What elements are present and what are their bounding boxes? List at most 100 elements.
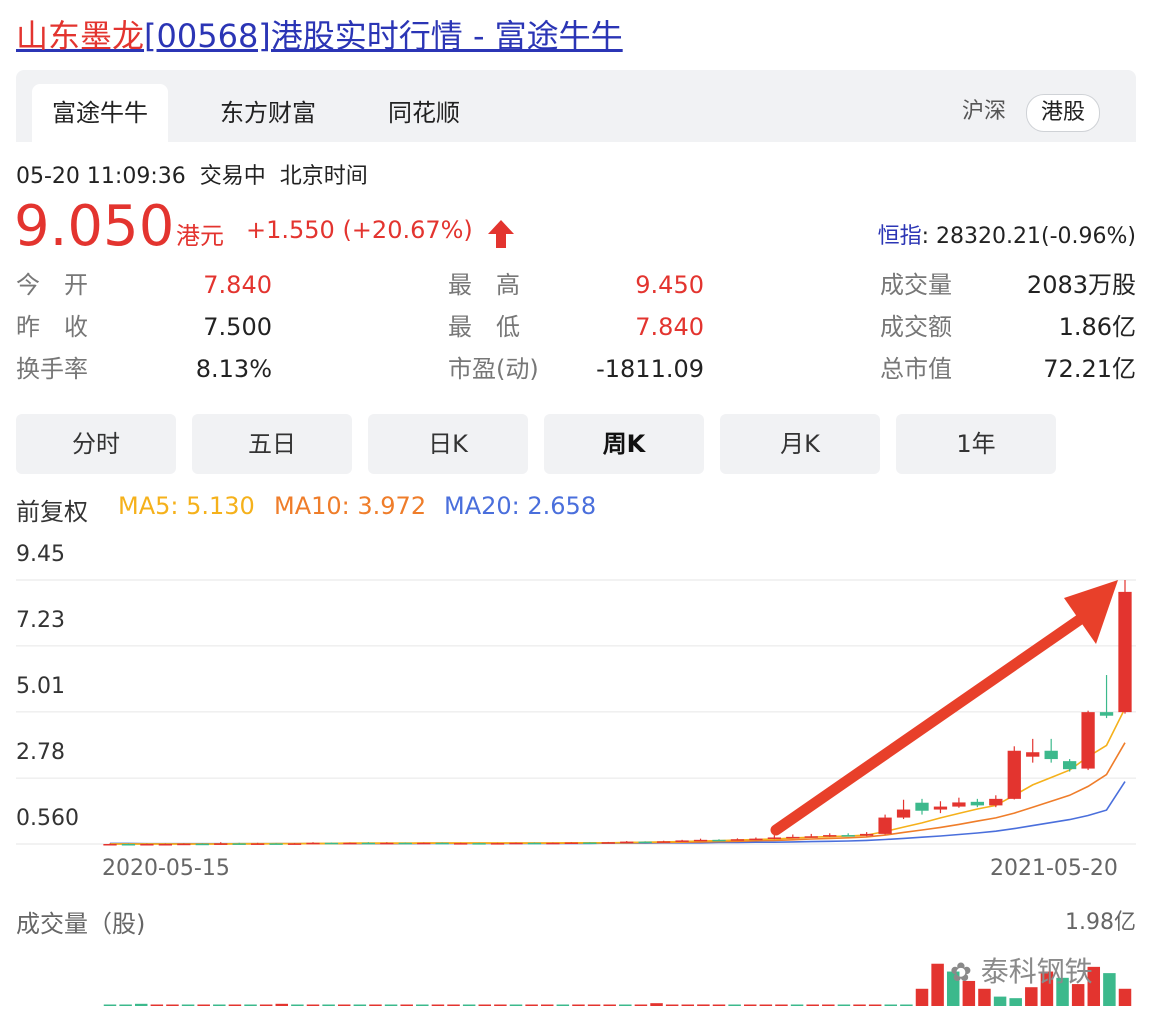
ma10-value: MA10: 3.972 (274, 492, 427, 520)
volume-bar (759, 1004, 773, 1006)
x-tick-label-start: 2020-05-15 (102, 856, 230, 881)
candle-body (749, 838, 763, 841)
period-monthly-k-button[interactable]: 月K (720, 414, 880, 474)
market-hk[interactable]: 港股 (1026, 94, 1101, 132)
last-price: 9.050 (14, 194, 175, 259)
candle-body (564, 842, 579, 845)
volume-bar (790, 1004, 804, 1006)
volume-bar (291, 1004, 304, 1006)
adjust-mode[interactable]: 前复权 (16, 492, 88, 527)
volume-bar (743, 1004, 757, 1006)
stat-value-prev-close: 7.500 (203, 313, 272, 341)
volume-bar (993, 996, 1007, 1006)
candle-body (435, 842, 449, 845)
candle-body (767, 837, 782, 839)
candle-body (1007, 750, 1021, 799)
candle-body (693, 839, 708, 842)
volume-bar (337, 1004, 351, 1006)
volume-bar (572, 1004, 585, 1006)
stat-label-turnover-rate: 换手率 (16, 355, 88, 383)
hsi-index[interactable]: 恒指: 28320.21(-0.96%) (878, 218, 1136, 250)
candle-body (989, 798, 1003, 806)
stat-label-pe: 市盈(动) (448, 355, 539, 383)
candle-body (158, 844, 173, 846)
volume-bar (540, 1004, 554, 1006)
volume-bar (306, 1004, 320, 1006)
volume-bar (353, 1004, 367, 1006)
volume-bar (1103, 973, 1116, 1006)
volume-bar (915, 988, 929, 1006)
timezone-label: 北京时间 (279, 164, 368, 189)
stat-value-volume: 2083万股 (1026, 271, 1136, 299)
volume-bar (775, 1004, 788, 1006)
candle-body (620, 841, 634, 844)
candle-body (490, 843, 505, 845)
watermark-text: 泰科钢铁 (980, 955, 1093, 988)
candle-body (878, 817, 892, 834)
volume-bar (806, 1004, 819, 1006)
candlestick-chart[interactable] (0, 540, 1162, 850)
page-title-link[interactable]: 山东墨龙[00568]港股实时行情 - 富途牛牛 (16, 17, 623, 55)
tab-futu[interactable]: 富途牛牛 (32, 84, 168, 142)
volume-bar (181, 1004, 195, 1006)
volume-bar (884, 1004, 898, 1006)
ma20-value: MA20: 2.658 (444, 492, 597, 520)
candle-body (638, 841, 652, 844)
candle-body (896, 809, 911, 818)
candle-body (380, 842, 394, 845)
wechat-icon: ✿ (950, 958, 972, 988)
candle-body (970, 801, 985, 806)
candle-body (1044, 750, 1058, 760)
hsi-label[interactable]: 恒指 (878, 224, 922, 249)
volume-max: 1.98亿 (1065, 910, 1136, 935)
up-arrow-icon (488, 220, 514, 248)
title-rest: [00568]港股实时行情 - 富途牛牛 (144, 17, 623, 55)
volume-bar (681, 1004, 695, 1006)
price-change: +1.550 (+20.67%) (246, 216, 473, 244)
candle-body (841, 835, 855, 837)
tab-eastmoney[interactable]: 东方财富 (200, 84, 336, 142)
ma5-line (110, 707, 1126, 845)
candle-body (1026, 752, 1040, 757)
candle-body (140, 844, 154, 846)
volume-bar (525, 1004, 538, 1006)
candle-body (952, 802, 966, 807)
period-1year-button[interactable]: 1年 (896, 414, 1056, 474)
period-5day-button[interactable]: 五日 (192, 414, 352, 474)
ma10-line (110, 742, 1126, 845)
period-daily-k-button[interactable]: 日K (368, 414, 528, 474)
volume-bar (634, 1004, 648, 1006)
candle-body (195, 843, 209, 846)
candle-body (1081, 712, 1095, 769)
period-intraday-button[interactable]: 分时 (16, 414, 176, 474)
ma5-value: MA5: 5.130 (118, 492, 255, 520)
market-shsz[interactable]: 沪深 (962, 94, 1006, 130)
volume-bar (322, 1004, 335, 1006)
volume-title: 成交量（股) (16, 910, 146, 938)
candle-body (509, 842, 523, 845)
period-weekly-k-button[interactable]: 周K (544, 414, 704, 474)
tab-tonghuashun[interactable]: 同花顺 (364, 84, 484, 142)
candle-body (287, 843, 302, 845)
volume-bar (1118, 988, 1132, 1006)
volume-bar (650, 1003, 663, 1006)
volume-bar (119, 1004, 132, 1006)
candle-body (823, 835, 837, 837)
volume-bar (384, 1004, 398, 1006)
stat-label-high: 最 高 (448, 271, 520, 299)
candle-body (177, 843, 191, 846)
volume-bar (150, 1004, 164, 1006)
volume-bar (837, 1004, 851, 1006)
volume-bar (931, 963, 944, 1006)
volume-bar (556, 1004, 570, 1006)
volume-bar (728, 1004, 741, 1006)
stat-label-open: 今 开 (16, 271, 88, 299)
volume-bar (431, 1004, 445, 1006)
volume-bar (369, 1004, 382, 1006)
quote-datetime: 05-20 11:09:36 (16, 164, 186, 189)
candle-body (250, 843, 265, 845)
volume-bar (197, 1004, 210, 1006)
candle-body (656, 841, 671, 843)
source-tab-bar: 富途牛牛 东方财富 同花顺 沪深 港股 (16, 70, 1136, 142)
page-title[interactable]: 山东墨龙[00568]港股实时行情 - 富途牛牛 (16, 14, 623, 58)
